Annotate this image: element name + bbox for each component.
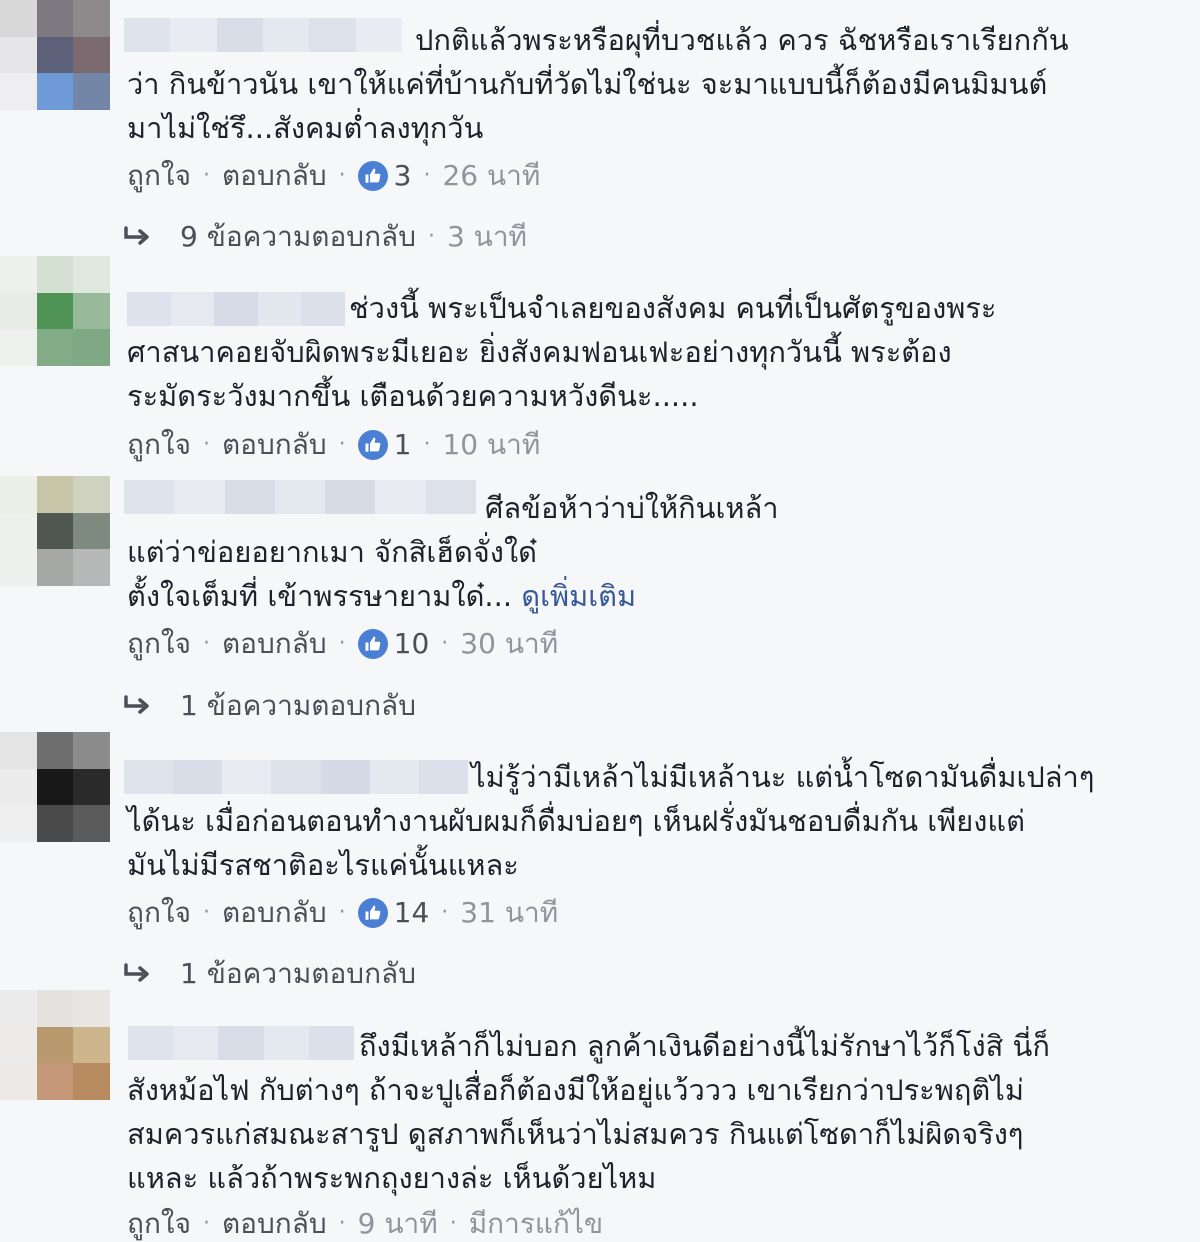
comment-text: ปกติแล้วพระหรือผุที่บวชแล้ว ควร ฉัชหรือเ… bbox=[127, 23, 1069, 145]
reply-link[interactable]: ตอบกลับ bbox=[222, 158, 327, 194]
like-link[interactable]: ถูกใจ bbox=[127, 158, 191, 194]
comment-actions: ถูกใจ · ตอบกลับ · 14 · 31 นาที bbox=[127, 895, 558, 931]
reaction-count[interactable]: 10 bbox=[394, 626, 430, 662]
comment-text: ถึงมีเหล้าก็ไม่บอก ลูกค้าเงินดีอย่างนี้ไ… bbox=[127, 1029, 1050, 1195]
comment-text: ช่วงนี้ พระเป็นจำเลยของสังคม คนที่เป็นศั… bbox=[127, 291, 997, 413]
view-replies-link[interactable]: 1 ข้อความตอบกลับ bbox=[122, 688, 416, 724]
separator: · bbox=[441, 631, 449, 656]
timestamp[interactable]: 31 นาที bbox=[460, 895, 558, 931]
avatar[interactable] bbox=[0, 256, 110, 366]
thumbs-up-icon[interactable] bbox=[357, 898, 388, 928]
view-replies-link[interactable]: 9 ข้อความตอบกลับ · 3 นาที bbox=[122, 219, 527, 255]
comment-actions: ถูกใจ · ตอบกลับ · 3 · 26 นาที bbox=[127, 158, 540, 194]
reply-arrow-icon bbox=[124, 963, 149, 982]
see-more-link[interactable]: ดูเพิ่มเติม bbox=[521, 579, 636, 613]
separator: · bbox=[423, 163, 431, 188]
avatar[interactable] bbox=[0, 990, 110, 1100]
reply-link[interactable]: ตอบกลับ bbox=[222, 427, 327, 463]
separator: · bbox=[202, 631, 210, 656]
replies-count[interactable]: 1 ข้อความตอบกลับ bbox=[180, 956, 416, 992]
comment-actions: ถูกใจ · ตอบกลับ · 10 · 30 นาที bbox=[127, 626, 558, 662]
reaction-count[interactable]: 1 bbox=[394, 427, 412, 463]
replies-count[interactable]: 1 ข้อความตอบกลับ bbox=[180, 688, 416, 724]
replies-count[interactable]: 9 ข้อความตอบกลับ bbox=[180, 219, 416, 255]
separator: · bbox=[427, 224, 435, 249]
comment-text: ศีลข้อห้าว่าบ่ให้กินเหล้า แต่ว่าข่อยอยาก… bbox=[127, 491, 779, 613]
timestamp[interactable]: 26 นาที bbox=[442, 158, 540, 194]
reply-link[interactable]: ตอบกลับ bbox=[222, 895, 327, 931]
comment-actions: ถูกใจ · ตอบกลับ · 1 · 10 นาที bbox=[127, 427, 540, 463]
reaction-count[interactable]: 3 bbox=[394, 158, 412, 194]
like-link[interactable]: ถูกใจ bbox=[127, 895, 191, 931]
separator: · bbox=[338, 432, 346, 457]
thumbs-up-icon[interactable] bbox=[357, 430, 388, 460]
thumbs-up-icon[interactable] bbox=[357, 161, 388, 191]
reply-arrow-icon bbox=[124, 695, 149, 714]
separator: · bbox=[202, 432, 210, 457]
comment-text: ไม่รู้ว่ามีเหล้าไม่มีเหล้านะ แต่น้ำโซดาม… bbox=[127, 760, 1095, 882]
like-link[interactable]: ถูกใจ bbox=[127, 427, 191, 463]
reply-link[interactable]: ตอบกลับ bbox=[222, 626, 327, 662]
like-link[interactable]: ถูกใจ bbox=[127, 626, 191, 662]
avatar[interactable] bbox=[0, 732, 110, 842]
timestamp[interactable]: 30 นาที bbox=[460, 626, 558, 662]
separator: · bbox=[338, 163, 346, 188]
separator: · bbox=[441, 900, 449, 925]
reaction-count[interactable]: 14 bbox=[394, 895, 430, 931]
thumbs-up-icon[interactable] bbox=[357, 629, 388, 659]
separator: · bbox=[338, 631, 346, 656]
separator: · bbox=[338, 900, 346, 925]
separator: · bbox=[423, 432, 431, 457]
reply-arrow-icon bbox=[124, 226, 149, 245]
avatar[interactable] bbox=[0, 476, 110, 586]
replies-timestamp: 3 นาที bbox=[446, 220, 528, 253]
timestamp[interactable]: 10 นาที bbox=[442, 427, 540, 463]
separator: · bbox=[202, 900, 210, 925]
view-replies-link[interactable]: 1 ข้อความตอบกลับ bbox=[122, 956, 416, 992]
avatar[interactable] bbox=[0, 0, 110, 110]
separator: · bbox=[202, 163, 210, 188]
